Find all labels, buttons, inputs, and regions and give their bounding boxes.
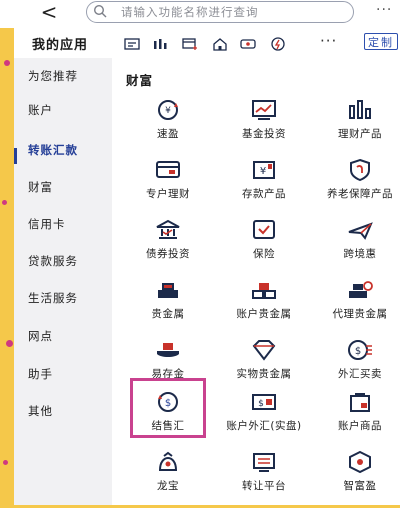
dragon-icon [154,450,182,474]
sidebar-item-transfer[interactable]: 转账汇款 [28,142,78,158]
gold-bars-icon [154,278,182,302]
grid-item-label: 保险 [253,248,275,260]
grid-item-transfer-platform[interactable]: 转让平台 [216,450,312,508]
transfer-icon [250,450,278,474]
bond-house-icon [154,218,182,242]
category-sidebar: 为您推荐 账户 转账汇款 财富 信用卡 贷款服务 生活服务 网点 助手 其他 [14,58,112,505]
grid-item-forex-trade[interactable]: $ 外汇买卖 [312,338,400,396]
ticket-shortcut-icon[interactable] [240,36,256,50]
decor-dot [2,200,7,205]
grid-item-label: 智富盈 [343,480,377,492]
svg-text:$: $ [355,346,361,357]
grid-item-label: 转让平台 [242,480,286,492]
customize-button[interactable]: 定制 [364,33,398,50]
grid-item-cross-border[interactable]: 跨境惠 [312,218,400,276]
smart-badge-icon [346,450,374,474]
grid-item-label: 债券投资 [146,248,190,260]
grid-item-private-wealth[interactable]: 专户理财 [120,158,216,216]
decor-dot [4,60,10,66]
check-box-icon [250,218,278,242]
grid-item-label: 账户商品 [338,420,382,432]
grid-item-longbao[interactable]: 龙宝 [120,450,216,508]
grid-item-agent-metals[interactable]: 代理贵金属 [312,278,400,336]
grid-item-label: 理财产品 [338,128,382,140]
home-shortcut-icon[interactable] [212,36,228,51]
grid-item-insurance[interactable]: 保险 [216,218,312,276]
grid-item-label: 跨境惠 [343,248,377,260]
highlight-box [130,378,206,438]
sidebar-item-credit-card[interactable]: 信用卡 [28,216,66,232]
grid-item-physical-metals[interactable]: 实物贵金属 [216,338,312,396]
sidebar-item-loans[interactable]: 贷款服务 [28,253,78,269]
grid-item-label: 账户外汇(实盘) [226,420,302,432]
grid-item-label: 专户理财 [146,188,190,200]
sidebar-item-assistant[interactable]: 助手 [28,366,53,382]
svg-text:$: $ [258,399,264,409]
grid-item-bonds[interactable]: 债券投资 [120,218,216,276]
gold-save-icon [154,338,182,362]
bar-chart-shortcut-icon[interactable] [152,36,168,50]
grid-item-account-metals[interactable]: 账户贵金属 [216,278,312,336]
dollar-card-icon: $ [250,390,278,414]
grid-item-zhifuying[interactable]: 智富盈 [312,450,400,508]
sidebar-item-life[interactable]: 生活服务 [28,290,78,306]
gold-stack-icon [250,278,278,302]
transfer-shortcut-icon[interactable] [124,36,140,50]
trend-chart-icon [250,98,278,122]
sidebar-item-wealth[interactable]: 财富 [28,179,53,195]
exchange-icon: $ [346,338,374,362]
sidebar-item-account[interactable]: 账户 [28,102,53,118]
active-indicator [14,148,17,164]
top-bar: < 请输入功能名称进行查询 ··· [0,0,400,28]
yen-refresh-icon: ¥ [154,98,182,122]
svg-text:¥: ¥ [165,106,171,116]
lightning-shortcut-icon[interactable] [270,36,286,51]
diamond-icon [250,338,278,362]
more-apps-icon[interactable]: ··· [320,32,337,50]
card-add-shortcut-icon[interactable] [182,36,198,50]
section-title: 财富 [126,73,154,88]
grid-item-wealth-products[interactable]: 理财产品 [312,98,400,156]
search-icon [93,4,107,18]
more-options-button[interactable]: ··· [376,2,392,18]
grid-item-label: 养老保障产品 [327,188,393,200]
gold-agent-icon [346,278,374,302]
my-apps-title: 我的应用 [32,38,89,53]
grid-item-label: 贵金属 [151,308,185,320]
grid-item-account-forex[interactable]: $ 账户外汇(实盘) [216,390,312,448]
grid-item-fund[interactable]: 基金投资 [216,98,312,156]
grid-item-label: 基金投资 [242,128,286,140]
plane-icon [346,218,374,242]
my-apps-bar: 我的应用 ··· 定制 [14,28,400,58]
sidebar-item-other[interactable]: 其他 [28,403,53,419]
grid-item-precious-metals[interactable]: 贵金属 [120,278,216,336]
decor-dot [6,340,13,347]
grid-item-label: 存款产品 [242,188,286,200]
bar-chart-icon [346,98,374,122]
grid-item-label: 实物贵金属 [236,368,292,380]
grid-item-account-commodity[interactable]: 账户商品 [312,390,400,448]
svg-text:¥: ¥ [260,166,266,177]
yen-box-icon: ¥ [250,158,278,182]
decor-dot [3,460,8,465]
card-icon [154,158,182,182]
grid-item-deposit[interactable]: ¥ 存款产品 [216,158,312,216]
shield-hook-icon [346,158,374,182]
sidebar-item-recommend[interactable]: 为您推荐 [28,68,78,84]
back-button[interactable]: < [38,0,60,26]
grid-item-label: 龙宝 [157,480,179,492]
grid-item-label: 速盈 [157,128,179,140]
search-placeholder: 请输入功能名称进行查询 [121,5,259,19]
grid-item-label: 外汇买卖 [338,368,382,380]
grid-item-label: 代理贵金属 [332,308,388,320]
sidebar-item-branches[interactable]: 网点 [28,328,53,344]
bag-icon [346,390,374,414]
grid-item-pension[interactable]: 养老保障产品 [312,158,400,216]
search-input[interactable]: 请输入功能名称进行查询 [86,1,354,23]
grid-item-label: 账户贵金属 [236,308,292,320]
grid-item-suying[interactable]: ¥ 速盈 [120,98,216,156]
